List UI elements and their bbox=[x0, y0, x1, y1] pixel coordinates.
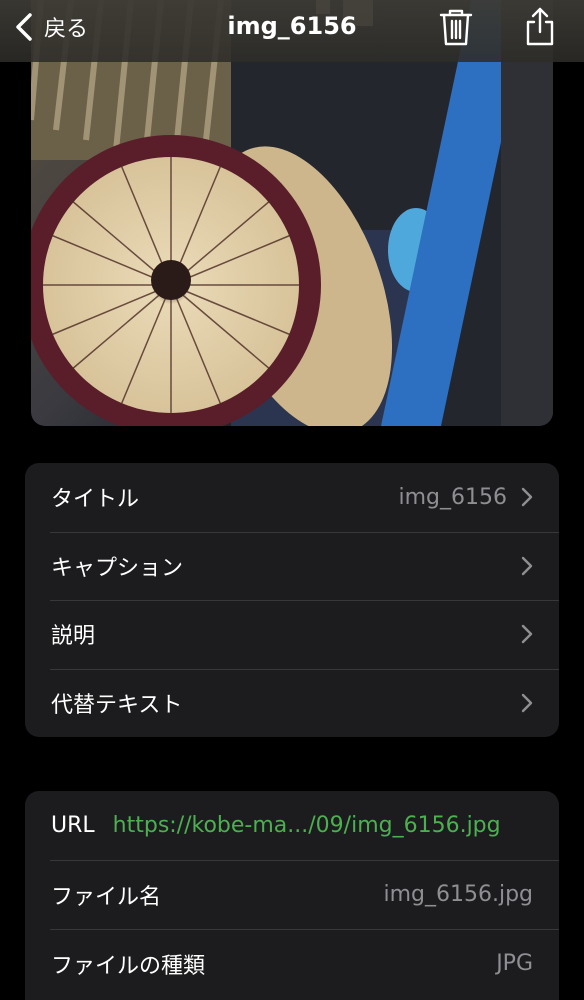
chevron-right-icon bbox=[521, 625, 533, 644]
filetype-label: ファイルの種類 bbox=[51, 953, 206, 979]
share-icon[interactable] bbox=[522, 6, 558, 48]
navigation-bar: 戻る img_6156 bbox=[0, 0, 584, 62]
details-group: タイトル img_6156 キャプション 説明 代替テキスト bbox=[25, 463, 559, 737]
alt-text-row[interactable]: 代替テキスト bbox=[25, 668, 559, 738]
url-link[interactable]: https://kobe-ma.../09/img_6156.jpg bbox=[113, 813, 501, 838]
title-row[interactable]: タイトル img_6156 bbox=[25, 463, 559, 532]
caption-label: キャプション bbox=[51, 555, 184, 581]
url-row: URL https://kobe-ma.../09/img_6156.jpg bbox=[25, 791, 559, 860]
file-info-group: URL https://kobe-ma.../09/img_6156.jpg フ… bbox=[25, 791, 559, 1000]
filetype-value: JPG bbox=[496, 951, 533, 976]
description-label: 説明 bbox=[51, 624, 96, 650]
filename-row: ファイル名 img_6156.jpg bbox=[25, 860, 559, 929]
filetype-row: ファイルの種類 JPG bbox=[25, 929, 559, 998]
url-label: URL bbox=[51, 813, 95, 838]
photo-artwork bbox=[31, 0, 553, 426]
alt-text-label: 代替テキスト bbox=[51, 692, 183, 718]
filename-label: ファイル名 bbox=[51, 884, 162, 910]
chevron-right-icon bbox=[521, 556, 533, 575]
page-title: img_6156 bbox=[227, 12, 357, 40]
image-preview[interactable] bbox=[31, 0, 553, 426]
chevron-right-icon bbox=[521, 693, 533, 712]
filename-value: img_6156.jpg bbox=[383, 882, 533, 907]
title-label: タイトル bbox=[51, 487, 140, 513]
caption-row[interactable]: キャプション bbox=[25, 531, 559, 601]
title-value: img_6156 bbox=[398, 484, 508, 510]
chevron-right-icon bbox=[521, 488, 533, 507]
trash-icon[interactable] bbox=[438, 6, 474, 48]
description-row[interactable]: 説明 bbox=[25, 600, 559, 669]
